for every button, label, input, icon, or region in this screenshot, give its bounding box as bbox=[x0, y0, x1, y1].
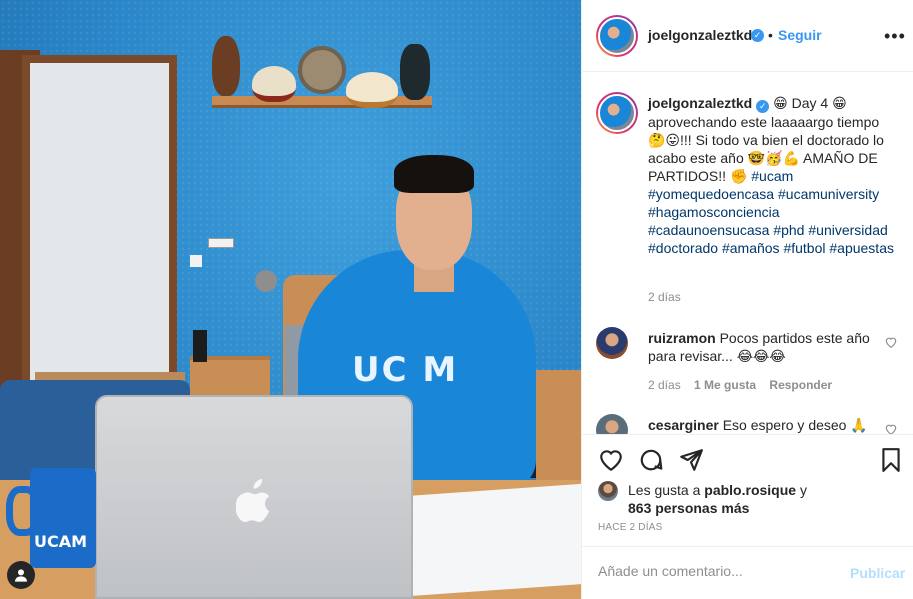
likes-prefix: Les gusta a bbox=[628, 482, 705, 498]
caption-avatar-image bbox=[598, 94, 636, 132]
likes-text: Les gusta a pablo.rosique y 863 personas… bbox=[628, 481, 808, 517]
follow-button[interactable]: Seguir bbox=[778, 27, 822, 43]
black-cup bbox=[193, 330, 207, 362]
commenter-avatar[interactable] bbox=[596, 327, 628, 359]
hashtag-link[interactable]: #apuestas bbox=[829, 240, 894, 256]
comment-time: 2 días bbox=[648, 378, 681, 392]
side-desk bbox=[536, 370, 581, 480]
mug-logo-text: UCAM bbox=[34, 532, 88, 551]
user-tag-button[interactable] bbox=[7, 561, 35, 589]
comment-meta: 2 días 1 Me gusta Responder bbox=[648, 378, 842, 392]
like-comment-heart-icon[interactable] bbox=[884, 335, 898, 349]
reply-button[interactable]: Responder bbox=[769, 378, 832, 392]
comment-text: Eso espero y deseo 🙏 bbox=[722, 417, 868, 433]
post-date[interactable]: HACE 2 DÍAS bbox=[598, 522, 662, 533]
caption-timestamp: 2 días bbox=[648, 290, 681, 304]
commenter-avatar[interactable] bbox=[596, 414, 628, 434]
post-side-panel: joelgonzaleztkd ✓ • Seguir ••• joelgonza… bbox=[581, 0, 913, 599]
dark-mask bbox=[400, 44, 430, 100]
like-comment-heart-icon[interactable] bbox=[884, 422, 898, 434]
share-icon[interactable] bbox=[678, 447, 704, 473]
more-options-icon[interactable]: ••• bbox=[884, 26, 906, 47]
liker-avatar[interactable] bbox=[598, 481, 618, 501]
hashtag-link[interactable]: #yomequedoencasa bbox=[648, 186, 774, 202]
comment-icon[interactable] bbox=[638, 447, 664, 473]
apple-logo-icon bbox=[235, 478, 274, 524]
hashtag-link[interactable]: #universidad bbox=[808, 222, 887, 238]
comment-text-block: ruizramon Pocos partidos este año para r… bbox=[648, 329, 873, 365]
wooden-mask bbox=[212, 36, 240, 96]
papers bbox=[401, 483, 581, 597]
bookmark-icon[interactable] bbox=[878, 447, 904, 473]
commenter-username[interactable]: cesarginer bbox=[648, 417, 719, 433]
hashtag-link[interactable]: #cadaunoensucasa bbox=[648, 222, 769, 238]
hashtag-link[interactable]: #ucamuniversity bbox=[778, 186, 879, 202]
add-comment-section: Publicar bbox=[582, 546, 913, 599]
hashtag-link[interactable]: #doctorado bbox=[648, 240, 718, 256]
instagram-post-modal: UC M UCAM joelgonzaleztkd ✓ • Seguir ••• bbox=[0, 0, 913, 599]
hashtag-link[interactable]: #phd bbox=[773, 222, 804, 238]
hoodie-logo-text: UC M bbox=[352, 350, 459, 390]
verified-icon: ✓ bbox=[751, 29, 764, 42]
wall-socket bbox=[190, 255, 202, 267]
author-avatar-image bbox=[598, 17, 636, 55]
straw-hat bbox=[252, 66, 296, 102]
post-photo[interactable]: UC M UCAM bbox=[0, 0, 581, 599]
author-username[interactable]: joelgonzaleztkd bbox=[648, 27, 752, 43]
liker-username[interactable]: pablo.rosique bbox=[704, 482, 796, 498]
caption-username[interactable]: joelgonzaleztkd bbox=[648, 95, 752, 111]
likes-connector: y bbox=[796, 482, 807, 498]
post-actions-bar bbox=[582, 434, 913, 484]
wall-lamp bbox=[255, 270, 277, 292]
nightstand bbox=[190, 356, 270, 396]
straw-hat bbox=[346, 72, 398, 108]
decorative-plate bbox=[298, 46, 346, 94]
hashtag-link[interactable]: #hagamosconciencia bbox=[648, 204, 780, 220]
caption-avatar[interactable] bbox=[596, 92, 638, 134]
comment-text-block: cesarginer Eso espero y deseo 🙏 bbox=[648, 416, 873, 434]
commenter-username[interactable]: ruizramon bbox=[648, 330, 716, 346]
comments-list[interactable]: joelgonzaleztkd ✓ 😁 Day 4 😁 aprovechando … bbox=[582, 72, 913, 434]
comment-input[interactable] bbox=[598, 563, 838, 579]
user-tag-icon bbox=[15, 569, 27, 582]
author-avatar[interactable] bbox=[596, 15, 638, 57]
heart-icon[interactable] bbox=[598, 447, 624, 473]
door-frame bbox=[22, 55, 177, 395]
light-switch bbox=[208, 238, 234, 248]
person-hair bbox=[394, 155, 474, 193]
publish-button[interactable]: Publicar bbox=[850, 565, 905, 581]
likes-count[interactable]: 863 personas más bbox=[628, 500, 749, 516]
hashtag-link[interactable]: #ucam bbox=[751, 168, 793, 184]
separator-dot: • bbox=[768, 27, 773, 43]
caption-text: joelgonzaleztkd ✓ 😁 Day 4 😁 aprovechando … bbox=[648, 94, 898, 257]
comment-likes-count[interactable]: 1 Me gusta bbox=[694, 378, 756, 392]
hashtag-link[interactable]: #futbol bbox=[783, 240, 825, 256]
hashtag-link[interactable]: #amaños bbox=[722, 240, 780, 256]
wall-shelf bbox=[212, 96, 432, 108]
apple-logo-icon bbox=[235, 478, 270, 523]
verified-icon: ✓ bbox=[756, 100, 770, 113]
post-header: joelgonzaleztkd ✓ • Seguir ••• bbox=[582, 0, 913, 72]
blue-mug bbox=[30, 468, 96, 568]
